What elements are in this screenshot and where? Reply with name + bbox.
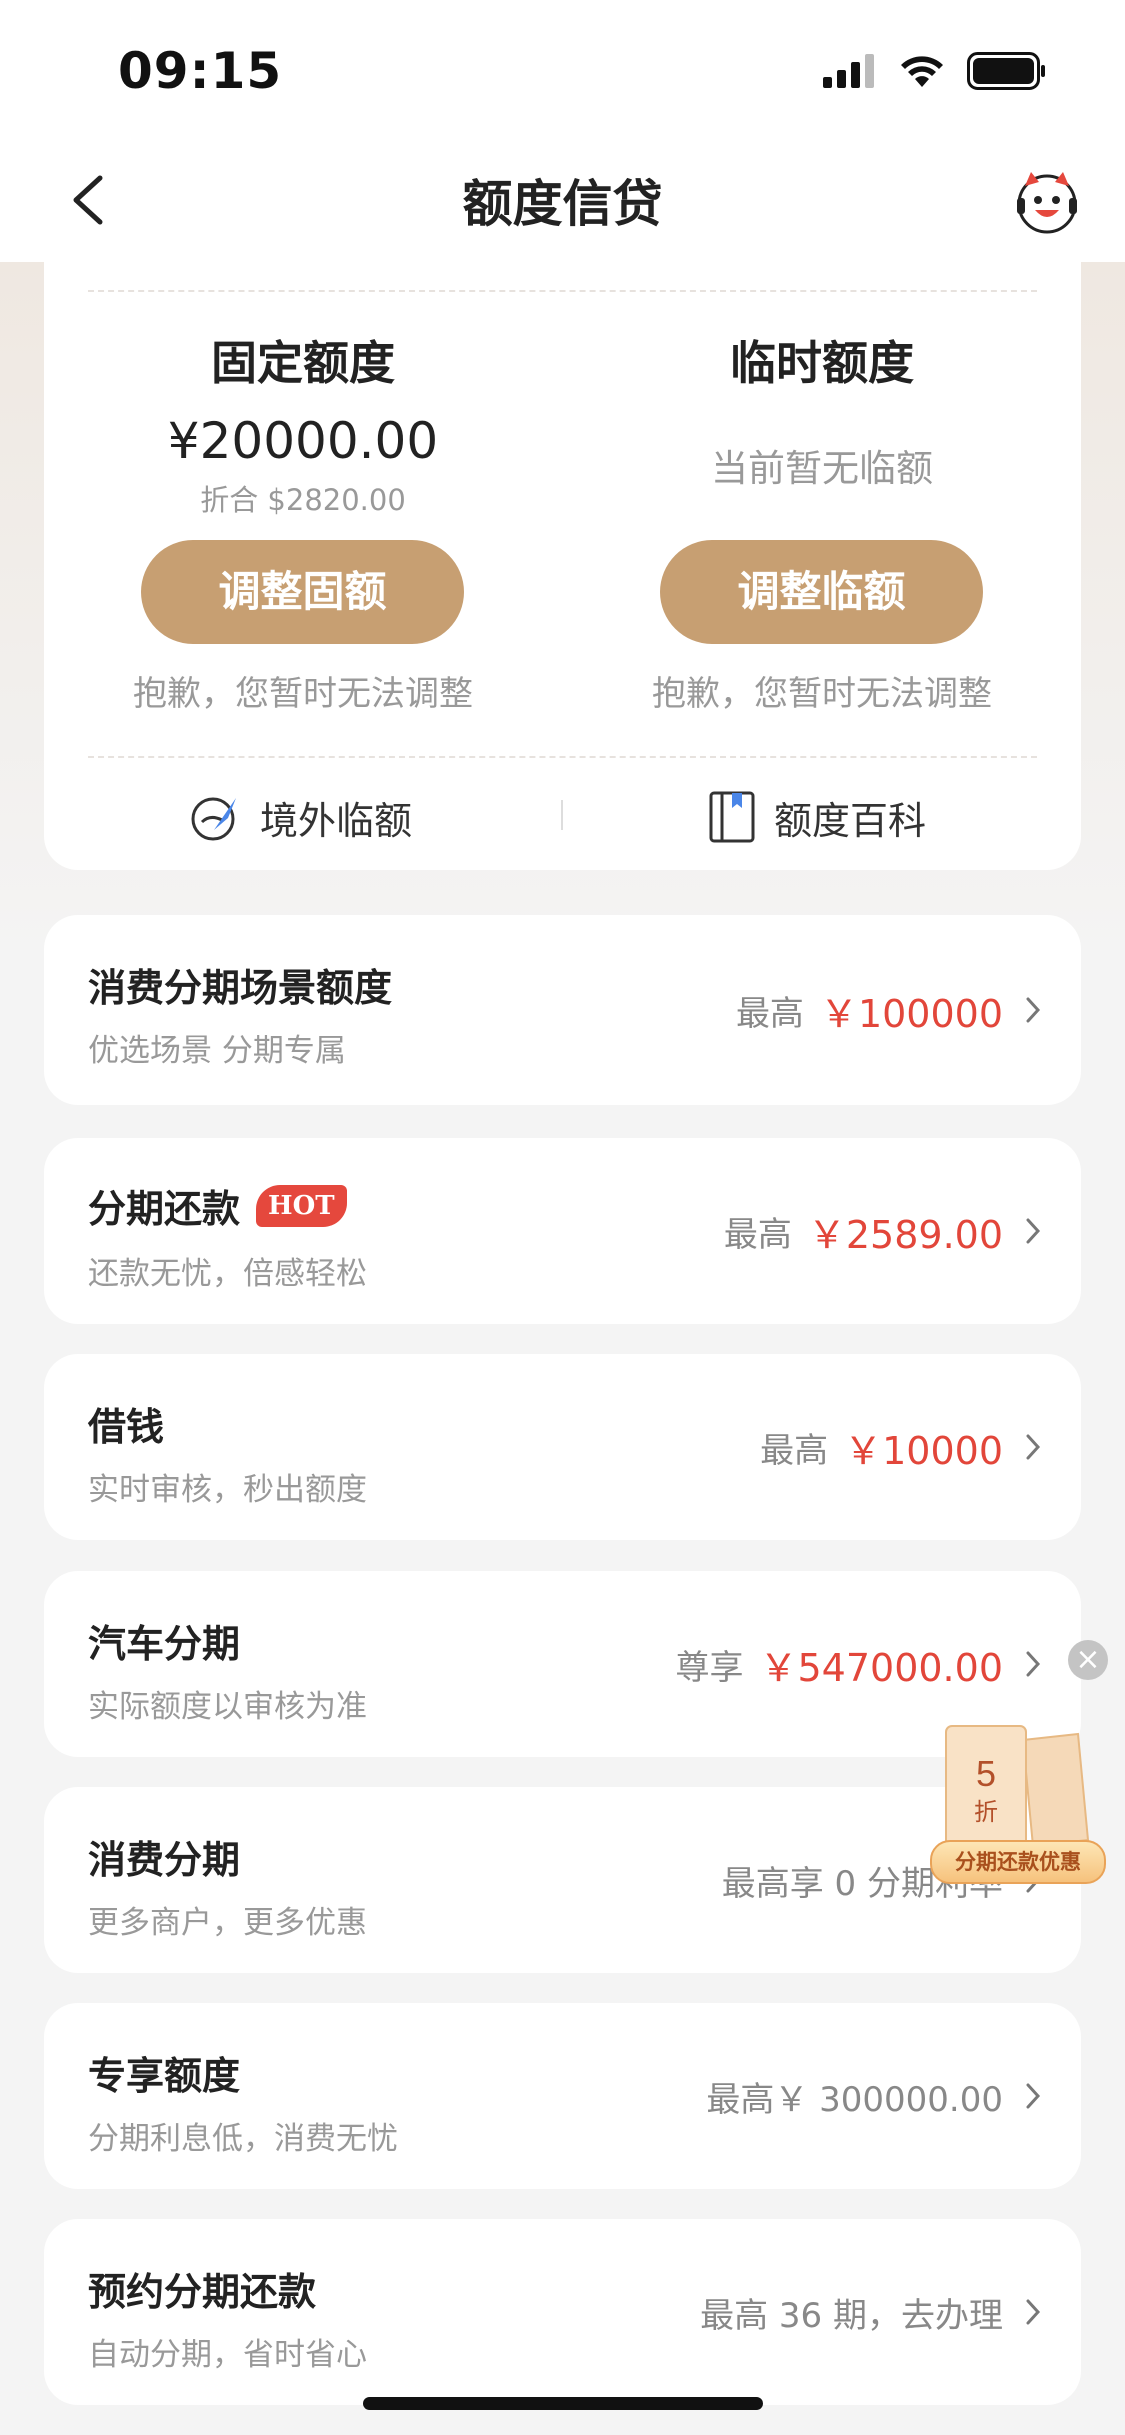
row-value: 最高 36 期，去办理 [700,2219,1041,2405]
cellular-signal-icon [823,54,874,88]
battery-icon [967,52,1045,90]
overseas-limit-link[interactable]: 境外临额 [188,782,412,852]
row-value-amount: ￥100000 [819,991,1003,1036]
promo-discount-number: 5 [976,1753,996,1794]
status-time: 09:15 [118,42,283,100]
chevron-right-icon [1026,2083,1041,2109]
row-value-prefix: 最高 [735,993,804,1034]
row-value: 最高 ￥100000 [736,915,1041,1105]
row-title: 借钱 [88,1405,165,1449]
list-item[interactable]: 消费分期 更多商户，更多优惠 最高享 0 分期利率 [44,1787,1081,1973]
row-value: 最高 ￥10000 [760,1354,1041,1540]
nav-bar: 额度信贷 [0,140,1125,262]
row-subtitle: 优选场景 分期专属 [88,1033,346,1069]
row-subtitle: 更多商户，更多优惠 [88,1905,367,1941]
bottom-dashed-divider [88,756,1037,758]
row-subtitle: 还款无忧，倍感轻松 [88,1256,367,1292]
row-subtitle: 实时审核，秒出额度 [88,1472,367,1508]
row-subtitle: 分期利息低，消费无忧 [88,2121,398,2157]
fixed-limit-amount: ¥20000.00 [167,412,439,470]
row-subtitle: 实际额度以审核为准 [88,1689,367,1725]
row-value-prefix: 尊享 [675,1647,744,1688]
promo-discount-unit: 折 [974,1799,998,1826]
row-value-amount: ￥10000 [844,1428,1003,1473]
row-title: 分期还款 HOT [88,1178,347,1233]
promo-label[interactable]: 分期还款优惠 [930,1840,1106,1884]
row-value-amount: ￥547000.00 [759,1645,1004,1690]
row-value: 最高￥ 300000.00 [706,2003,1041,2189]
close-icon: × [1075,1642,1101,1677]
row-title: 汽车分期 [88,1622,241,1666]
row-subtitle: 自动分期，省时省心 [88,2337,367,2373]
chevron-right-icon [1026,997,1041,1023]
credit-limit-card: 固定额度 ¥20000.00 折合 $2820.00 调整固额 抱歉，您暂时无法… [44,262,1081,870]
row-title: 消费分期场景额度 [88,966,393,1010]
temp-limit-tip: 抱歉，您暂时无法调整 [652,674,992,714]
hot-badge: HOT [256,1184,347,1227]
row-title: 消费分期 [88,1838,241,1882]
list-item[interactable]: 消费分期场景额度 优选场景 分期专属 最高 ￥100000 [44,915,1081,1105]
link-divider [561,800,563,830]
chevron-right-icon [1026,2299,1041,2325]
list-item[interactable]: 汽车分期 实际额度以审核为准 尊享 ￥547000.00 [44,1571,1081,1757]
top-dashed-divider [88,290,1037,292]
chevron-right-icon [1026,1218,1041,1244]
row-value-amount: ￥2589.00 [807,1212,1003,1257]
status-icons [821,52,1047,90]
page-title: 额度信贷 [462,175,663,233]
home-indicator [363,2397,763,2410]
list-item[interactable]: 专享额度 分期利息低，消费无忧 最高￥ 300000.00 [44,2003,1081,2189]
row-title: 专享额度 [88,2054,241,2098]
fixed-limit-title: 固定额度 [211,336,395,390]
adjust-fixed-limit-button[interactable]: 调整固额 [141,540,464,644]
temp-limit-title: 临时额度 [730,336,914,390]
row-title: 预约分期还款 [88,2270,317,2314]
status-bar: 09:15 [0,0,1125,140]
mascot-assistant-icon[interactable] [1011,166,1083,238]
row-value-text: 最高￥ 300000.00 [706,2079,1003,2120]
fixed-limit-converted: 折合 $2820.00 [200,483,406,517]
globe-plane-icon [191,797,236,841]
row-value-prefix: 最高 [760,1430,829,1471]
row-value-text: 最高 36 期，去办理 [700,2295,1003,2336]
limit-wiki-link[interactable]: 额度百科 [708,782,926,852]
list-item[interactable]: 分期还款 HOT 还款无忧，倍感轻松 最高 ￥2589.00 [44,1138,1081,1324]
row-value-prefix: 最高 [723,1214,792,1255]
wifi-icon [901,56,943,87]
chevron-right-icon [1026,1651,1041,1677]
close-promo-button[interactable]: × [1068,1640,1108,1680]
adjust-temp-limit-button[interactable]: 调整临额 [660,540,983,644]
book-icon [709,791,755,843]
temp-limit-status: 当前暂无临额 [711,447,933,490]
list-item[interactable]: 借钱 实时审核，秒出额度 最高 ￥10000 [44,1354,1081,1540]
row-value: 最高 ￥2589.00 [724,1138,1041,1324]
chevron-right-icon [1026,1434,1041,1460]
limit-wiki-label: 额度百科 [774,798,927,843]
list-item[interactable]: 预约分期还款 自动分期，省时省心 最高 36 期，去办理 [44,2219,1081,2405]
fixed-limit-tip: 抱歉，您暂时无法调整 [133,674,473,714]
overseas-limit-label: 境外临额 [260,798,413,843]
